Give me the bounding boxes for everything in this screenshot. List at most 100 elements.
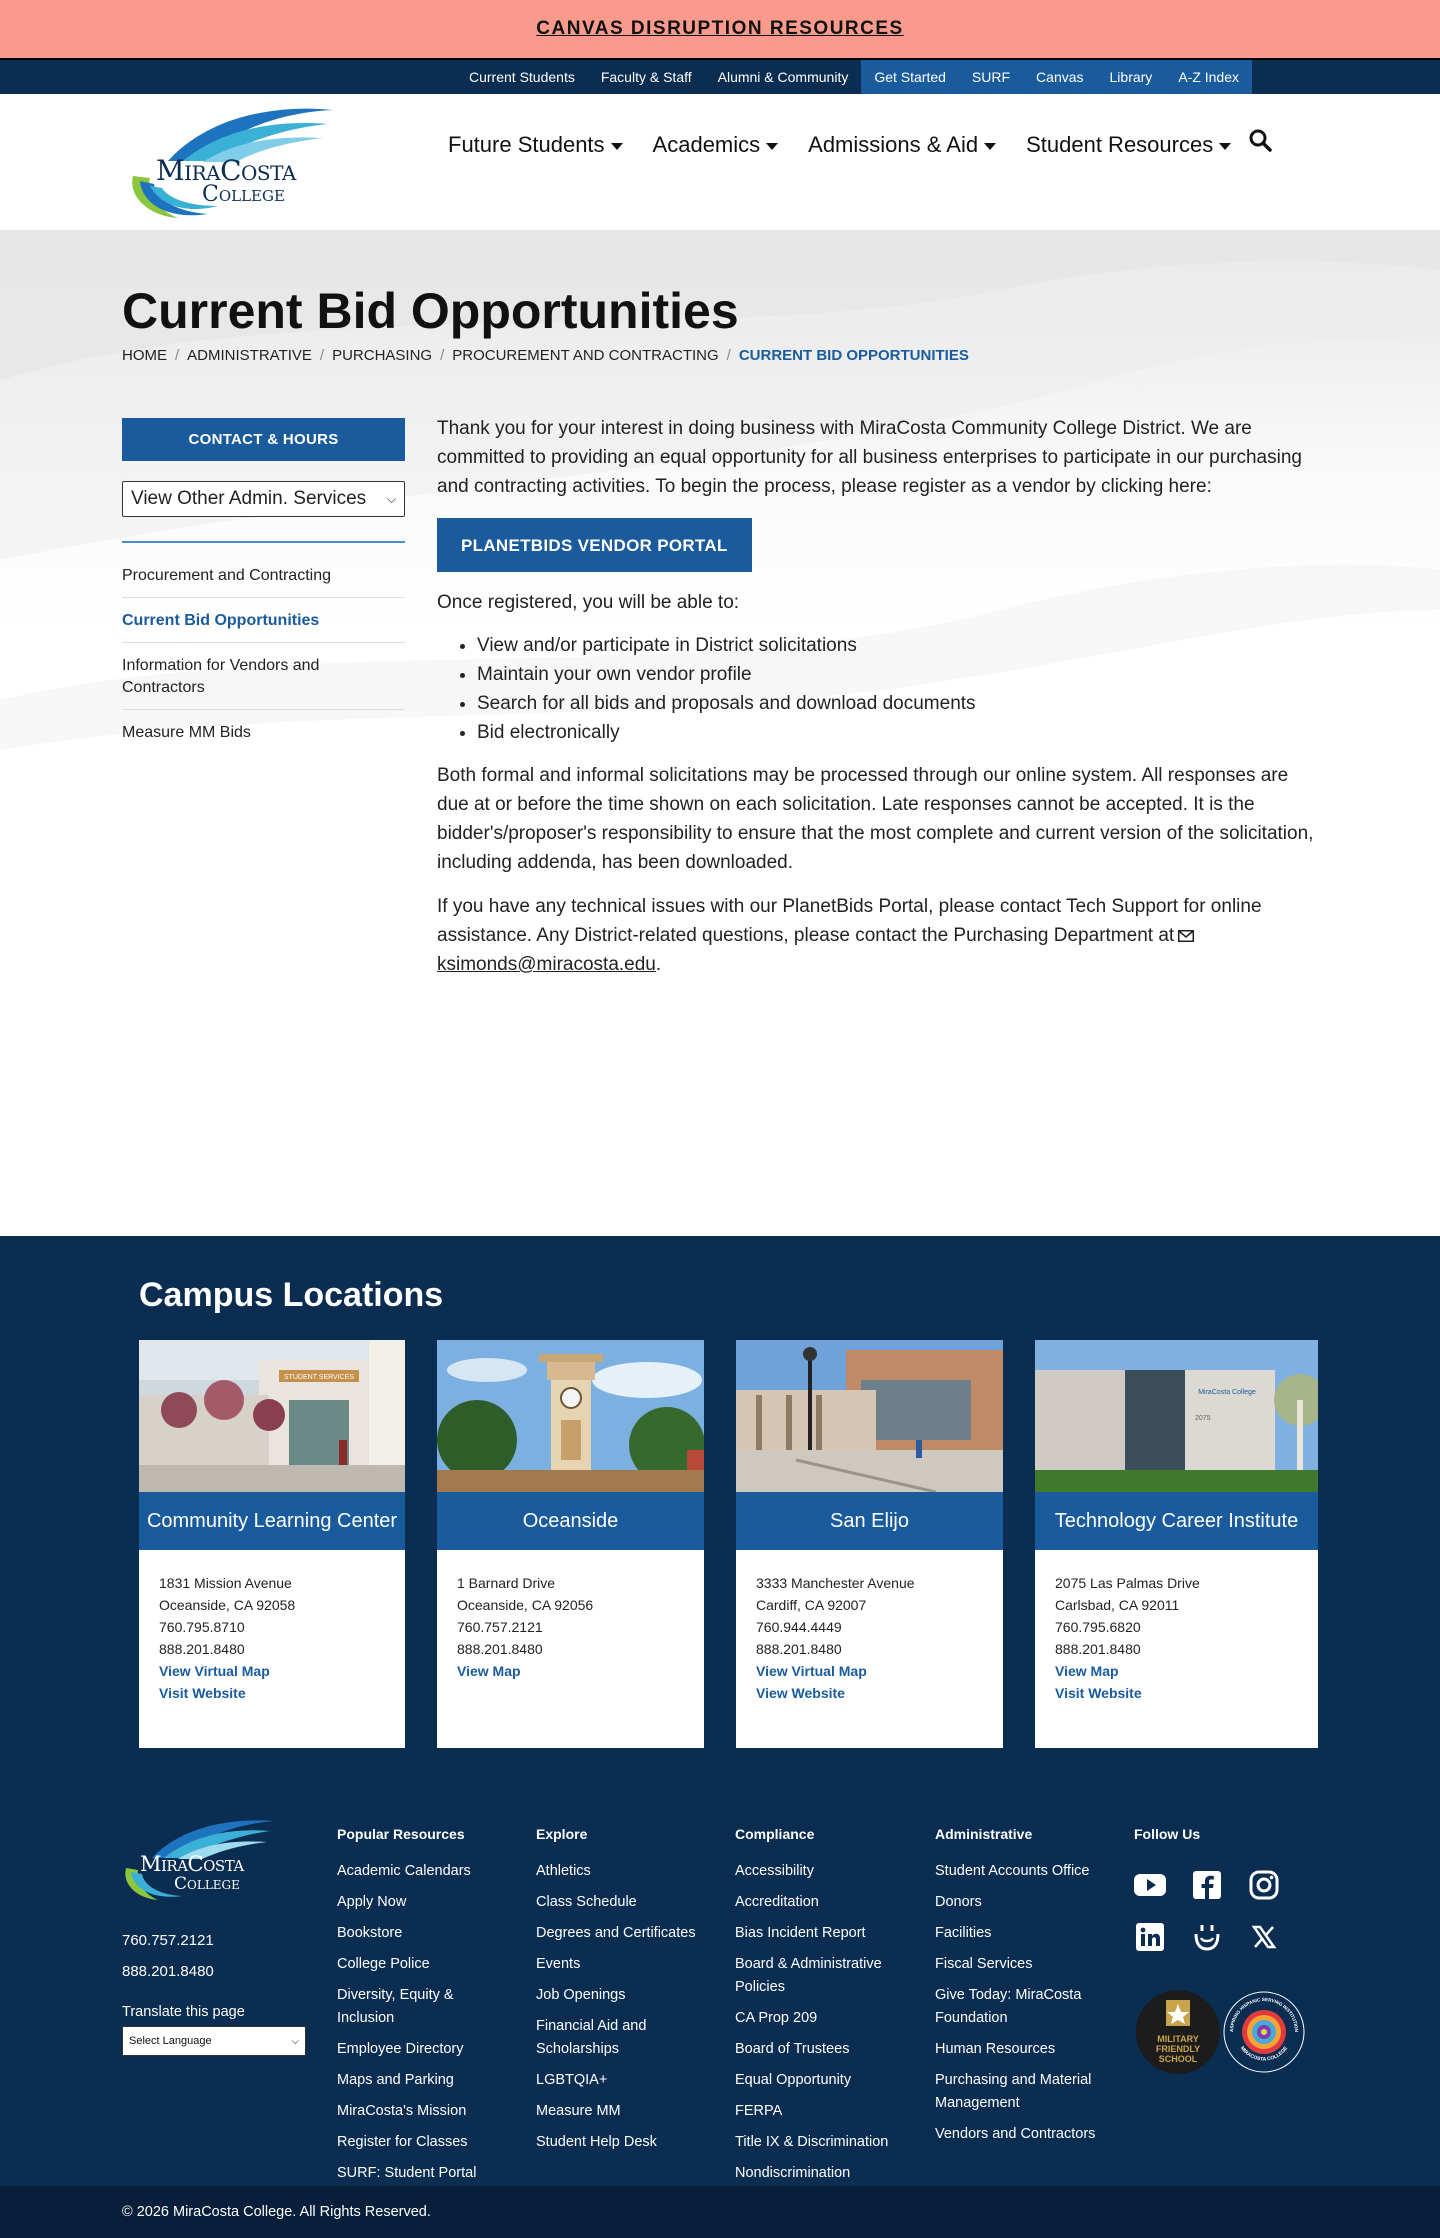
footer-logo[interactable]: MiraCosta College: [122, 1818, 277, 1903]
main-section: Current Bid Opportunities HOME / ADMINIS…: [0, 230, 1440, 1236]
footer-link[interactable]: Degrees and Certificates: [536, 1922, 711, 1945]
nav-student-resources[interactable]: Student Resources: [1026, 132, 1232, 158]
campus-map-link[interactable]: View Map: [457, 1660, 684, 1682]
youtube-icon[interactable]: [1133, 1868, 1167, 1902]
footer-link[interactable]: Bias Incident Report: [735, 1922, 905, 1945]
chevron-down-icon: ⌵: [386, 491, 396, 506]
instagram-icon[interactable]: [1247, 1868, 1281, 1902]
footer-link[interactable]: SURF: Student Portal: [337, 2162, 507, 2185]
footer-link[interactable]: Register for Classes: [337, 2131, 507, 2154]
sidebar-item-current-bids[interactable]: Current Bid Opportunities: [122, 598, 405, 643]
footer-link[interactable]: Student Accounts Office: [935, 1860, 1110, 1883]
footer-link[interactable]: Financial Aid and Scholarships: [536, 2015, 711, 2061]
breadcrumb-administrative[interactable]: ADMINISTRATIVE: [187, 347, 312, 364]
breadcrumb: HOME / ADMINISTRATIVE / PURCHASING / PRO…: [122, 347, 969, 364]
breadcrumb-purchasing[interactable]: PURCHASING: [332, 347, 432, 364]
footer-link[interactable]: Job Openings: [536, 1984, 711, 2007]
nav-future-students[interactable]: Future Students: [448, 132, 623, 158]
campus-map-link[interactable]: View Virtual Map: [756, 1660, 983, 1682]
utility-faculty-staff[interactable]: Faculty & Staff: [588, 60, 705, 94]
sidebar-item-measure-mm[interactable]: Measure MM Bids: [122, 710, 405, 754]
campus-card-san-elijo: San Elijo 3333 Manchester Avenue Cardiff…: [736, 1340, 1003, 1748]
benefits-list: View and/or participate in District soli…: [477, 631, 1317, 747]
footer-link[interactable]: Human Resources: [935, 2038, 1110, 2061]
footer-link[interactable]: Donors: [935, 1891, 1110, 1914]
campus-name: San Elijo: [736, 1492, 1003, 1550]
footer-link[interactable]: Events: [536, 1953, 711, 1976]
utility-canvas[interactable]: Canvas: [1023, 60, 1097, 94]
campus-website-link[interactable]: Visit Website: [159, 1682, 385, 1704]
footer-link[interactable]: FERPA: [735, 2100, 905, 2123]
social-icons: [1133, 1868, 1293, 1954]
footer-link[interactable]: Title IX & Discrimination: [735, 2131, 905, 2154]
footer-link[interactable]: Measure MM: [536, 2100, 711, 2123]
canvas-disruption-link[interactable]: CANVAS DISRUPTION RESOURCES: [536, 18, 903, 40]
footer-link[interactable]: Equal Opportunity: [735, 2069, 905, 2092]
breadcrumb-home[interactable]: HOME: [122, 347, 167, 364]
page-title: Current Bid Opportunities: [122, 283, 739, 339]
utility-alumni-community[interactable]: Alumni & Community: [705, 60, 862, 94]
footer-link[interactable]: Bookstore: [337, 1922, 507, 1945]
utility-current-students[interactable]: Current Students: [456, 60, 588, 94]
footer-link[interactable]: Nondiscrimination: [735, 2162, 905, 2185]
footer-col-administrative: Administrative Student Accounts Office D…: [935, 1826, 1110, 2154]
footer-link[interactable]: Fiscal Services: [935, 1953, 1110, 1976]
footer-link[interactable]: CA Prop 209: [735, 2007, 905, 2030]
smile-social-icon[interactable]: [1190, 1920, 1224, 1954]
breadcrumb-procurement[interactable]: PROCUREMENT AND CONTRACTING: [452, 347, 718, 364]
nav-admissions-aid[interactable]: Admissions & Aid: [808, 132, 997, 158]
footer-link[interactable]: Facilities: [935, 1922, 1110, 1945]
campus-photo: STUDENT SERVICES: [139, 1340, 405, 1492]
footer-link[interactable]: Maps and Parking: [337, 2069, 507, 2092]
campus-card-tci: MiraCosta College 2075 Technology Career…: [1035, 1340, 1318, 1748]
contact-hours-button[interactable]: CONTACT & HOURS: [122, 418, 405, 461]
campus-card-clc: STUDENT SERVICES Community Learning Cent…: [139, 1340, 405, 1748]
linkedin-icon[interactable]: [1133, 1920, 1167, 1954]
x-twitter-icon[interactable]: [1247, 1920, 1281, 1954]
sidebar-item-vendor-info[interactable]: Information for Vendors and Contractors: [122, 643, 405, 710]
footer-link[interactable]: Vendors and Contractors: [935, 2123, 1110, 2146]
footer-link[interactable]: Board & Administrative Policies: [735, 1953, 905, 1999]
campus-website-link[interactable]: Visit Website: [1055, 1682, 1298, 1704]
footer-link[interactable]: Academic Calendars: [337, 1860, 507, 1883]
footer-link[interactable]: College Police: [337, 1953, 507, 1976]
utility-library[interactable]: Library: [1096, 60, 1166, 94]
utility-get-started[interactable]: Get Started: [861, 60, 959, 94]
footer-link[interactable]: Apply Now: [337, 1891, 507, 1914]
campus-map-link[interactable]: View Map: [1055, 1660, 1298, 1682]
nav-academics[interactable]: Academics: [653, 132, 779, 158]
footer-link[interactable]: Give Today: MiraCosta Foundation: [935, 1984, 1110, 2030]
footer-link[interactable]: Athletics: [536, 1860, 711, 1883]
admin-services-select[interactable]: View Other Admin. Services ⌵: [122, 481, 405, 517]
footer-link[interactable]: LGBTQIA+: [536, 2069, 711, 2092]
utility-az-index[interactable]: A-Z Index: [1165, 60, 1253, 94]
footer-link[interactable]: Accessibility: [735, 1860, 905, 1883]
search-icon[interactable]: [1248, 128, 1274, 154]
footer-link[interactable]: Student Help Desk: [536, 2131, 711, 2154]
facebook-icon[interactable]: [1190, 1868, 1224, 1902]
footer-phone: 888.201.8480: [122, 1963, 214, 1980]
campus-name: Community Learning Center: [139, 1492, 405, 1550]
footer-link[interactable]: Purchasing and Material Management: [935, 2069, 1110, 2115]
footer-link[interactable]: Board of Trustees: [735, 2038, 905, 2061]
utility-surf[interactable]: SURF: [958, 60, 1024, 94]
hsi-badge: ASPIRING HISPANIC SERVING INSTITUTION MI…: [1222, 1990, 1306, 2074]
footer-link[interactable]: MiraCosta's Mission: [337, 2100, 507, 2123]
email-link[interactable]: ksimonds@miracosta.edu: [437, 954, 656, 975]
support-paragraph: If you have any technical issues with ou…: [437, 896, 1262, 975]
translate-select[interactable]: Select Language ⌵: [122, 2026, 306, 2056]
footer-link[interactable]: Employee Directory: [337, 2038, 507, 2061]
logo-text-college: College: [202, 182, 285, 207]
campus-website-link[interactable]: View Website: [756, 1682, 983, 1704]
intro-paragraph: Thank you for your interest in doing bus…: [437, 418, 1302, 497]
footer-link[interactable]: Diversity, Equity & Inclusion: [337, 1984, 507, 2030]
footer-link[interactable]: Class Schedule: [536, 1891, 711, 1914]
footer-link[interactable]: Accreditation: [735, 1891, 905, 1914]
campus-map-link[interactable]: View Virtual Map: [159, 1660, 385, 1682]
campus-info: 2075 Las Palmas Drive Carlsbad, CA 92011…: [1035, 1550, 1318, 1726]
miracosta-logo[interactable]: MiraCosta College: [128, 106, 334, 224]
sidebar-item-procurement[interactable]: Procurement and Contracting: [122, 553, 405, 598]
planetbids-portal-button[interactable]: PLANETBIDS VENDOR PORTAL: [437, 518, 752, 572]
campus-info: 3333 Manchester Avenue Cardiff, CA 92007…: [736, 1550, 1003, 1726]
campus-card-oceanside: Oceanside 1 Barnard Drive Oceanside, CA …: [437, 1340, 704, 1748]
